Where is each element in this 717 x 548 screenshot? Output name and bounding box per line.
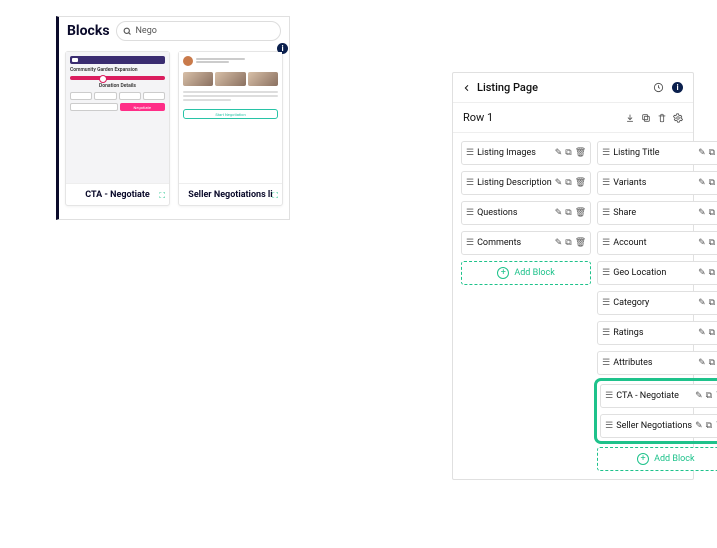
block-item-highlighted[interactable]: ☰ Seller Negotiations ✎⧉🗑 [600, 414, 717, 438]
edit-icon[interactable]: ✎ [555, 148, 563, 158]
block-card-title: Seller Negotiations li [183, 190, 278, 201]
panel-title: Listing Page [477, 81, 647, 94]
block-item[interactable]: ☰ Variants ✎⧉🗑 [597, 171, 717, 195]
blocks-panel: Blocks Nego i Community Garden Expansion… [56, 16, 290, 220]
drag-icon[interactable]: ☰ [602, 148, 610, 158]
listing-page-panel: Listing Page i Row 1 ☰ Listing Images ✎⧉… [452, 72, 694, 480]
block-card[interactable]: Start Negotiation Seller Negotiations li… [178, 51, 283, 206]
edit-icon[interactable]: ✎ [698, 358, 706, 368]
row-header: Row 1 [453, 103, 693, 133]
block-item[interactable]: ☰ Listing Description ✎⧉🗑 [461, 171, 591, 195]
copy-icon[interactable]: ⧉ [565, 238, 571, 248]
block-thumb-cta: Community Garden Expansion Donation Deta… [66, 52, 169, 184]
copy-icon[interactable]: ⧉ [565, 178, 571, 188]
columns: ☰ Listing Images ✎⧉🗑 ☰ Listing Descripti… [453, 133, 693, 479]
add-block-button[interactable]: + Add Block [461, 261, 591, 285]
copy-icon[interactable] [641, 113, 651, 123]
drag-icon[interactable]: ☰ [605, 391, 613, 401]
copy-icon[interactable]: ⧉ [709, 148, 715, 158]
copy-icon[interactable]: ⧉ [565, 208, 571, 218]
delete-icon[interactable]: 🗑 [575, 208, 586, 218]
delete-icon[interactable] [657, 113, 667, 123]
drag-icon[interactable]: ☰ [466, 148, 474, 158]
drag-icon[interactable]: ☰ [602, 298, 610, 308]
drag-icon[interactable]: ☰ [466, 208, 474, 218]
drag-icon[interactable]: ☰ [602, 268, 610, 278]
block-item[interactable]: ☰ Questions ✎⧉🗑 [461, 201, 591, 225]
edit-icon[interactable]: ✎ [555, 238, 563, 248]
highlighted-group: ☰ CTA - Negotiate ✎⧉🗑 ☰ Seller Negotiati… [597, 381, 717, 441]
panel-header: Listing Page i [453, 73, 693, 103]
block-item[interactable]: ☰ Attributes ✎⧉🗑 [597, 351, 717, 375]
block-item[interactable]: ☰ Listing Images ✎⧉🗑 [461, 141, 591, 165]
edit-icon[interactable]: ✎ [698, 298, 706, 308]
block-item[interactable]: ☰ Category ✎⧉🗑 [597, 291, 717, 315]
block-item[interactable]: ☰ Account ✎⧉🗑 [597, 231, 717, 255]
drag-icon[interactable]: ☰ [605, 421, 613, 431]
search-icon [123, 27, 132, 36]
plus-icon: + [637, 453, 649, 465]
delete-icon[interactable]: 🗑 [575, 238, 586, 248]
edit-icon[interactable]: ✎ [695, 421, 703, 431]
copy-icon[interactable]: ⧉ [709, 208, 715, 218]
blocks-search[interactable]: Nego [116, 21, 281, 41]
edit-icon[interactable]: ✎ [698, 328, 706, 338]
copy-icon[interactable]: ⧉ [709, 238, 715, 248]
plus-icon: + [497, 267, 509, 279]
drag-icon[interactable]: ☰ [602, 208, 610, 218]
info-icon[interactable]: i [672, 82, 683, 93]
copy-icon[interactable]: ⧉ [709, 328, 715, 338]
copy-icon[interactable]: ⧉ [709, 358, 715, 368]
delete-icon[interactable]: 🗑 [575, 178, 586, 188]
edit-icon[interactable]: ✎ [698, 208, 706, 218]
block-item-highlighted[interactable]: ☰ CTA - Negotiate ✎⧉🗑 [600, 384, 717, 408]
blocks-title: Blocks [67, 23, 110, 39]
download-icon[interactable] [625, 113, 635, 123]
delete-icon[interactable]: 🗑 [575, 148, 586, 158]
history-icon[interactable] [653, 82, 664, 93]
drag-icon[interactable]: ☰ [602, 358, 610, 368]
edit-icon[interactable]: ✎ [695, 391, 703, 401]
column-2: ☰ Listing Title ✎⧉🗑 ☰ Variants ✎⧉🗑 ☰ Sha… [597, 141, 717, 471]
copy-icon[interactable]: ⧉ [565, 148, 571, 158]
drag-icon[interactable]: ☰ [466, 178, 474, 188]
row-title: Row 1 [463, 111, 625, 124]
drag-icon[interactable]: ☰ [602, 238, 610, 248]
block-item[interactable]: ☰ Share ✎⧉🗑 [597, 201, 717, 225]
edit-icon[interactable]: ✎ [698, 148, 706, 158]
edit-icon[interactable]: ✎ [698, 238, 706, 248]
copy-icon[interactable]: ⧉ [709, 268, 715, 278]
blocks-cards: Community Garden Expansion Donation Deta… [59, 45, 289, 212]
block-item[interactable]: ☰ Listing Title ✎⧉🗑 [597, 141, 717, 165]
back-button[interactable] [463, 83, 471, 93]
drag-icon[interactable]: ☰ [602, 328, 610, 338]
block-card[interactable]: Community Garden Expansion Donation Deta… [65, 51, 170, 206]
edit-icon[interactable]: ✎ [698, 268, 706, 278]
settings-icon[interactable] [673, 113, 683, 123]
edit-icon[interactable]: ✎ [698, 178, 706, 188]
block-thumb-seller: Start Negotiation [179, 52, 282, 184]
block-card-title: CTA - Negotiate [70, 190, 165, 201]
copy-icon[interactable]: ⧉ [706, 391, 712, 401]
block-item[interactable]: ☰ Comments ✎⧉🗑 [461, 231, 591, 255]
add-block-button[interactable]: + Add Block [597, 447, 717, 471]
expand-icon[interactable]: ⛶ [159, 191, 165, 201]
avatar-icon [183, 56, 193, 66]
block-item[interactable]: ☰ Geo Location ✎⧉🗑 [597, 261, 717, 285]
edit-icon[interactable]: ✎ [555, 208, 563, 218]
edit-icon[interactable]: ✎ [555, 178, 563, 188]
drag-icon[interactable]: ☰ [602, 178, 610, 188]
column-1: ☰ Listing Images ✎⧉🗑 ☰ Listing Descripti… [461, 141, 591, 471]
block-item[interactable]: ☰ Ratings ✎⧉🗑 [597, 321, 717, 345]
expand-icon[interactable]: ⛶ [272, 191, 278, 201]
copy-icon[interactable]: ⧉ [709, 298, 715, 308]
copy-icon[interactable]: ⧉ [709, 178, 715, 188]
copy-icon[interactable]: ⧉ [706, 421, 712, 431]
thumb-negotiate-btn: Negotiate [120, 103, 166, 111]
search-value: Nego [136, 26, 157, 36]
blocks-header: Blocks Nego [59, 17, 289, 45]
drag-icon[interactable]: ☰ [466, 238, 474, 248]
